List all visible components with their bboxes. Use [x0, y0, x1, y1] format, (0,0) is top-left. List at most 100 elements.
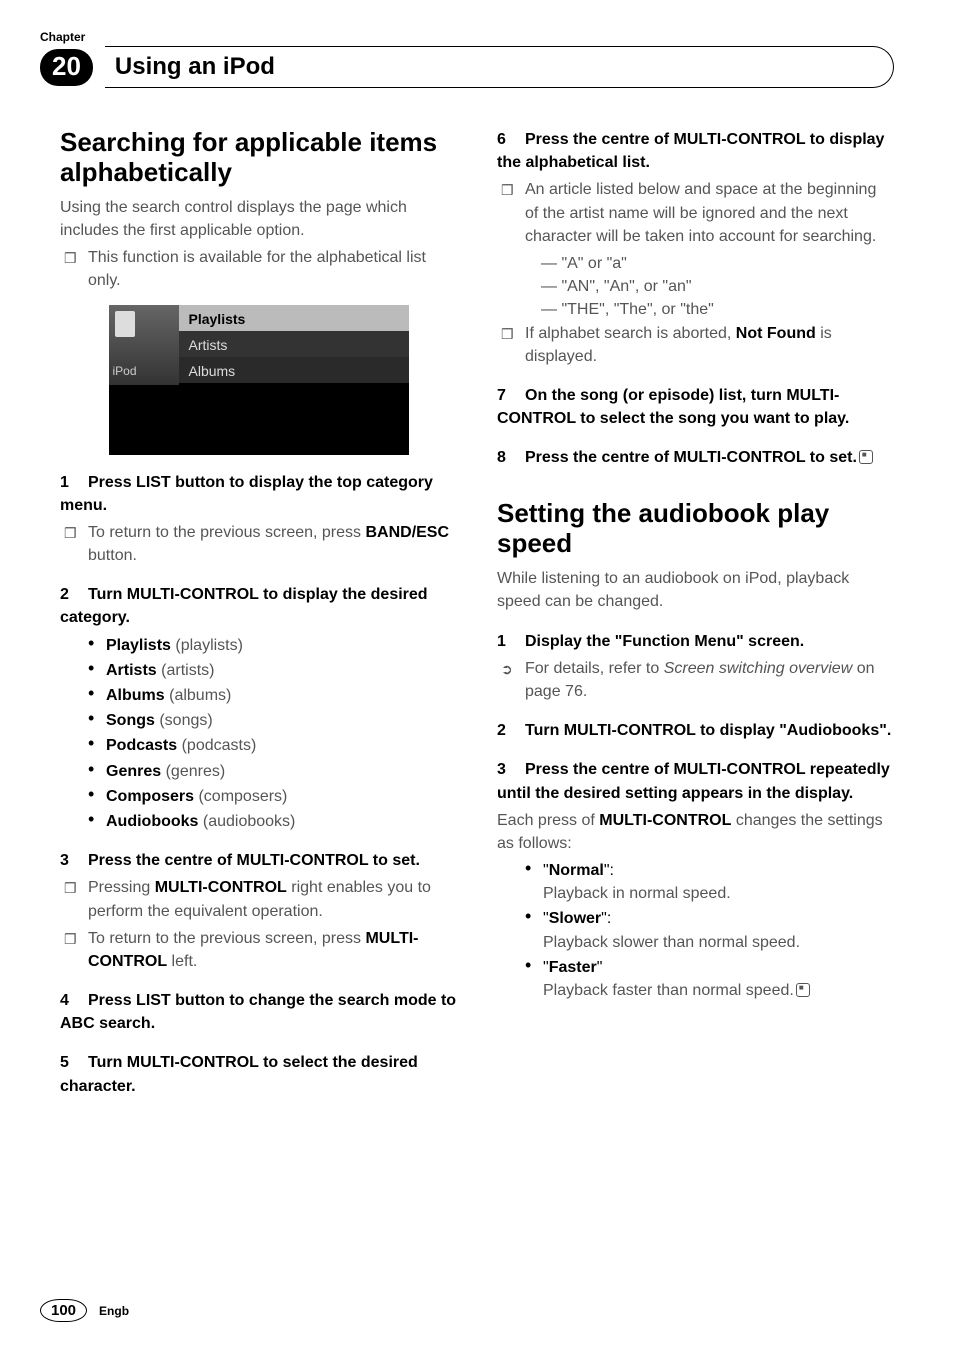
- a1-ref-pre: For details, refer to: [525, 660, 664, 677]
- chapter-header: 20 Using an iPod: [40, 46, 894, 88]
- screenshot-row-playlists: Playlists: [179, 305, 409, 331]
- step-3a-bold: MULTI-CONTROL: [155, 879, 287, 896]
- cat-paren: (songs): [155, 712, 213, 729]
- a-step-1-num: 1: [497, 630, 525, 653]
- step-6: 6Press the centre of MULTI-CONTROL to di…: [497, 128, 894, 174]
- step-1-note-post: button.: [88, 547, 137, 564]
- cat-composers: Composers (composers): [88, 785, 457, 808]
- step-1-note-pre: To return to the previous screen, press: [88, 524, 365, 541]
- chapter-label: Chapter: [40, 30, 894, 44]
- speed-label: Normal: [549, 862, 604, 879]
- dash-the: "THE", "The", or "the": [541, 298, 894, 321]
- a-step-3-num: 3: [497, 758, 525, 781]
- speed-label: Slower: [549, 910, 601, 927]
- step-6-note-notfound: If alphabet search is aborted, Not Found…: [497, 322, 894, 368]
- page-number: 100: [40, 1299, 87, 1322]
- cat-songs: Songs (songs): [88, 709, 457, 732]
- step-2: 2Turn MULTI-CONTROL to display the desir…: [60, 583, 457, 629]
- speed-normal: "Normal":Playback in normal speed.: [525, 859, 894, 905]
- a-step-2-text: Turn MULTI-CONTROL to display "Audiobook…: [525, 722, 891, 739]
- cat-label: Songs: [106, 712, 155, 729]
- step-7: 7On the song (or episode) list, turn MUL…: [497, 384, 894, 430]
- left-column: Searching for applicable items alphabeti…: [60, 128, 457, 1102]
- screenshot-side-label: iPod: [113, 363, 137, 380]
- step-8-num: 8: [497, 446, 525, 469]
- a-step-3-after: Each press of MULTI-CONTROL changes the …: [497, 809, 894, 855]
- a-step-1: 1Display the "Function Menu" screen.: [497, 630, 894, 653]
- step-7-num: 7: [497, 384, 525, 407]
- page: Chapter 20 Using an iPod Searching for a…: [0, 0, 954, 1352]
- search-intro: Using the search control displays the pa…: [60, 196, 457, 242]
- cat-label: Audiobooks: [106, 813, 198, 830]
- step-5-text: Turn MULTI-CONTROL to select the desired…: [60, 1054, 418, 1094]
- a-step-1-ref: For details, refer to Screen switching o…: [497, 657, 894, 703]
- step-3-num: 3: [60, 849, 88, 872]
- page-footer: 100 Engb: [40, 1299, 129, 1322]
- cat-albums: Albums (albums): [88, 684, 457, 707]
- cat-podcasts: Podcasts (podcasts): [88, 734, 457, 757]
- audiobook-intro: While listening to an audiobook on iPod,…: [497, 567, 894, 613]
- language-code: Engb: [99, 1304, 129, 1318]
- chapter-title: Using an iPod: [115, 53, 873, 81]
- cat-label: Albums: [106, 687, 165, 704]
- step-4-text: Press LIST button to change the search m…: [60, 992, 456, 1032]
- a3-after-bold: MULTI-CONTROL: [599, 812, 731, 829]
- right-column: 6Press the centre of MULTI-CONTROL to di…: [497, 128, 894, 1102]
- step-7-text: On the song (or episode) list, turn MULT…: [497, 387, 849, 427]
- step-3-text: Press the centre of MULTI-CONTROL to set…: [88, 852, 420, 869]
- a3-after-pre: Each press of: [497, 812, 599, 829]
- speed-desc: Playback in normal speed.: [543, 885, 731, 902]
- cat-label: Artists: [106, 662, 157, 679]
- cat-paren: (artists): [157, 662, 215, 679]
- step-3-note-a: Pressing MULTI-CONTROL right enables you…: [60, 876, 457, 922]
- step-8-text: Press the centre of MULTI-CONTROL to set…: [525, 449, 857, 466]
- step-2-text: Turn MULTI-CONTROL to display the desire…: [60, 586, 428, 626]
- dash-a: "A" or "a": [541, 252, 894, 275]
- a-step-1-text: Display the "Function Menu" screen.: [525, 633, 804, 650]
- cat-artists: Artists (artists): [88, 659, 457, 682]
- step-6-note: An article listed below and space at the…: [497, 178, 894, 248]
- cat-genres: Genres (genres): [88, 760, 457, 783]
- cat-paren: (podcasts): [177, 737, 256, 754]
- a1-ref-em: Screen switching overview: [664, 660, 853, 677]
- speed-desc: Playback faster than normal speed.: [543, 982, 794, 999]
- step-8: 8Press the centre of MULTI-CONTROL to se…: [497, 446, 894, 469]
- step-5-num: 5: [60, 1051, 88, 1074]
- section-heading-search: Searching for applicable items alphabeti…: [60, 128, 457, 188]
- a-step-2-num: 2: [497, 719, 525, 742]
- step-3b-post: left.: [167, 953, 197, 970]
- speed-quote: ": [597, 959, 603, 976]
- speed-desc: Playback slower than normal speed.: [543, 934, 800, 951]
- cat-label: Composers: [106, 788, 194, 805]
- speed-quote: ":: [601, 910, 611, 927]
- step-1-note: To return to the previous screen, press …: [60, 521, 457, 567]
- ipod-icon: [115, 311, 135, 337]
- step-6n2-pre: If alphabet search is aborted,: [525, 325, 736, 342]
- cat-paren: (audiobooks): [198, 813, 295, 830]
- step-3b-pre: To return to the previous screen, press: [88, 930, 365, 947]
- speed-faster: "Faster"Playback faster than normal spee…: [525, 956, 894, 1002]
- speed-slower: "Slower":Playback slower than normal spe…: [525, 907, 894, 953]
- step-2-num: 2: [60, 583, 88, 606]
- screenshot-row-albums: Albums: [179, 357, 409, 383]
- chapter-number-pill: 20: [40, 49, 93, 86]
- step-6-dash-list: "A" or "a" "AN", "An", or "an" "THE", "T…: [497, 252, 894, 322]
- step-1-num: 1: [60, 471, 88, 494]
- a-step-3-text: Press the centre of MULTI-CONTROL repeat…: [497, 761, 890, 801]
- speed-quote: ":: [604, 862, 614, 879]
- step-3a-pre: Pressing: [88, 879, 155, 896]
- note-alpha-only: This function is available for the alpha…: [60, 246, 457, 292]
- cat-label: Genres: [106, 763, 161, 780]
- step-6-num: 6: [497, 128, 525, 151]
- section-heading-audiobook: Setting the audiobook play speed: [497, 499, 894, 559]
- step-4-num: 4: [60, 989, 88, 1012]
- cat-paren: (composers): [194, 788, 287, 805]
- category-list: Playlists (playlists) Artists (artists) …: [60, 634, 457, 834]
- end-mark-icon: [859, 450, 873, 464]
- step-6n2-bold: Not Found: [736, 325, 816, 342]
- cat-paren: (albums): [165, 687, 232, 704]
- speed-label: Faster: [549, 959, 597, 976]
- cat-paren: (playlists): [171, 637, 243, 654]
- step-1-note-bold: BAND/ESC: [365, 524, 449, 541]
- cat-label: Podcasts: [106, 737, 177, 754]
